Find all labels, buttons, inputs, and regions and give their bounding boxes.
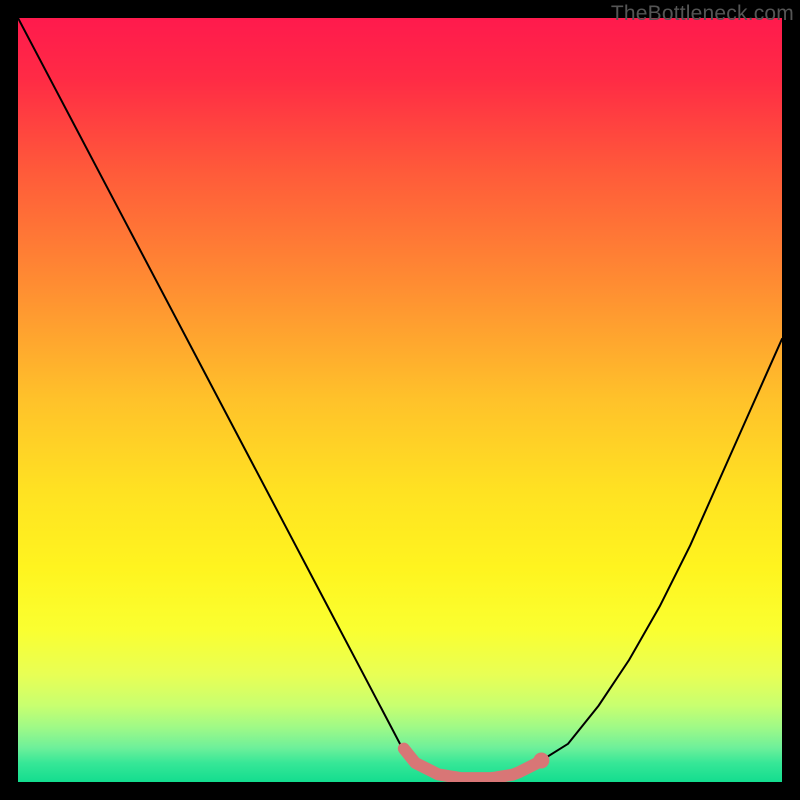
optimal-point-marker [533, 753, 549, 769]
chart-plot-area [18, 18, 782, 782]
chart-svg [18, 18, 782, 782]
chart-frame: TheBottleneck.com [0, 0, 800, 800]
chart-background [18, 18, 782, 782]
watermark-text: TheBottleneck.com [611, 2, 794, 26]
